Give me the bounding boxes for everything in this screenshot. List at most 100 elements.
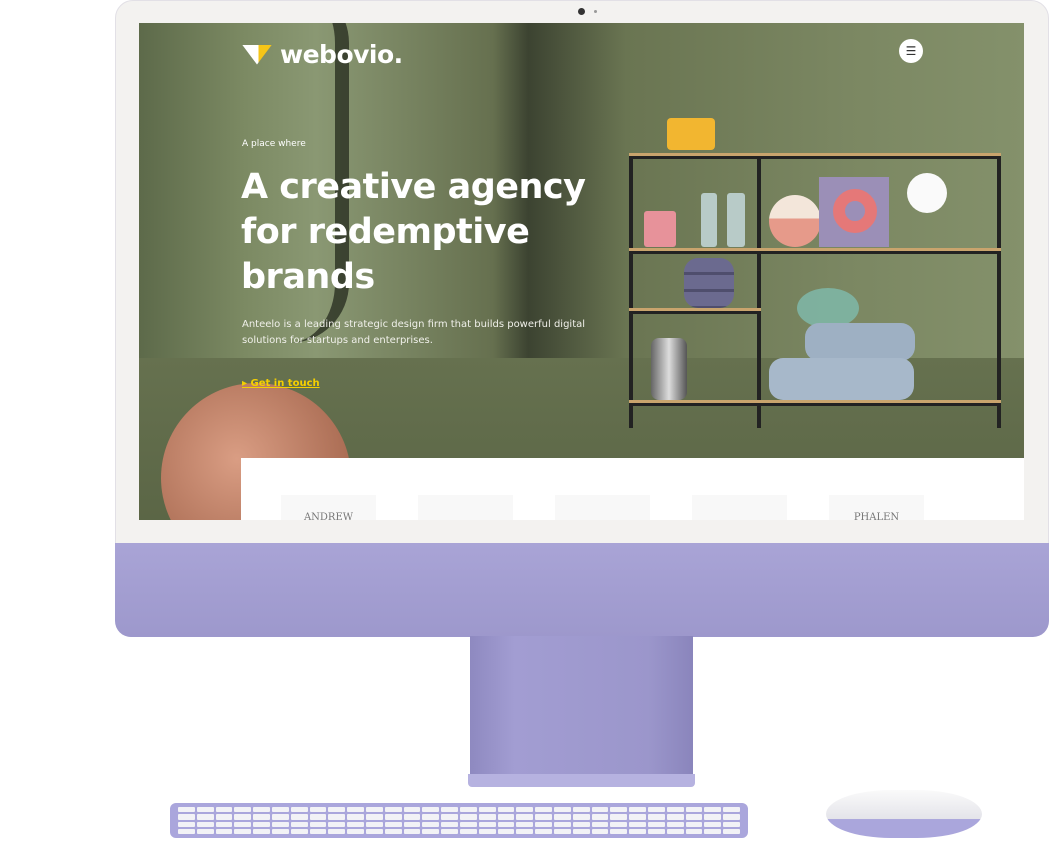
brand-logo [555, 495, 650, 520]
key [347, 807, 364, 813]
key [685, 807, 703, 813]
key [723, 821, 740, 827]
key [704, 821, 722, 827]
key [535, 814, 552, 820]
key [403, 821, 421, 827]
key [441, 828, 458, 834]
key [196, 828, 214, 834]
key [666, 814, 684, 820]
key [459, 821, 477, 827]
key [629, 821, 646, 827]
mouse [826, 790, 982, 838]
key [328, 828, 346, 834]
imac-stand [470, 636, 693, 776]
key [610, 807, 628, 813]
key [572, 828, 590, 834]
key [253, 821, 270, 827]
key [196, 814, 214, 820]
key [253, 814, 270, 820]
key [234, 828, 252, 834]
key [610, 828, 628, 834]
key [535, 828, 552, 834]
key [384, 807, 402, 813]
cta-label: Get in touch [250, 378, 320, 389]
key [647, 814, 665, 820]
key [290, 821, 308, 827]
key [610, 814, 628, 820]
menu-button[interactable]: ☰ [899, 39, 923, 63]
decor-shelf [629, 118, 1001, 428]
key [685, 821, 703, 827]
key [347, 814, 364, 820]
key [309, 807, 327, 813]
key [497, 807, 515, 813]
key [572, 821, 590, 827]
key [459, 807, 477, 813]
key [572, 807, 590, 813]
key [234, 814, 252, 820]
key [478, 807, 496, 813]
key [516, 821, 534, 827]
key [271, 807, 289, 813]
key [572, 814, 590, 820]
key [704, 807, 722, 813]
key [271, 821, 289, 827]
key [347, 828, 364, 834]
brand-logo: PHALEN [829, 495, 924, 520]
keyboard [170, 803, 748, 838]
key [497, 828, 515, 834]
key [309, 821, 327, 827]
key [629, 807, 646, 813]
key [328, 821, 346, 827]
brand-logo [692, 495, 787, 520]
key [478, 814, 496, 820]
hero-eyebrow: A place where [242, 139, 306, 149]
key [271, 814, 289, 820]
key [497, 821, 515, 827]
hamburger-icon: ☰ [905, 44, 917, 58]
key [290, 807, 308, 813]
key [647, 828, 665, 834]
key [403, 828, 421, 834]
hero-headline: A creative agency for redemptive brands [241, 167, 586, 297]
key [215, 807, 233, 813]
key [178, 828, 195, 834]
key [647, 807, 665, 813]
key [516, 828, 534, 834]
key [535, 807, 552, 813]
key [403, 807, 421, 813]
key [666, 807, 684, 813]
key [290, 814, 308, 820]
caret-right-icon: ▸ [242, 378, 251, 389]
key [384, 828, 402, 834]
brand-logo [418, 495, 513, 520]
key [365, 828, 383, 834]
key [591, 814, 609, 820]
key [516, 807, 534, 813]
key [384, 814, 402, 820]
key [516, 814, 534, 820]
key [271, 828, 289, 834]
key [215, 814, 233, 820]
key [196, 807, 214, 813]
key [403, 814, 421, 820]
key [553, 828, 571, 834]
brand-logos-strip: ANDREW PHALEN [241, 458, 1024, 520]
imac-chin [115, 543, 1049, 637]
site-logo[interactable]: webovio. [242, 40, 403, 69]
key [290, 828, 308, 834]
key [553, 821, 571, 827]
key [365, 807, 383, 813]
camera-sensor [594, 10, 597, 13]
key [328, 807, 346, 813]
logo-text: webovio. [280, 40, 403, 69]
key [347, 821, 364, 827]
key [553, 807, 571, 813]
logo-mark-icon [242, 44, 272, 65]
get-in-touch-link[interactable]: ▸ Get in touch [242, 378, 320, 389]
key [309, 814, 327, 820]
imac-stand-foot [468, 774, 695, 787]
key [591, 821, 609, 827]
hero-description: Anteelo is a leading strategic design fi… [242, 319, 586, 346]
key [478, 828, 496, 834]
